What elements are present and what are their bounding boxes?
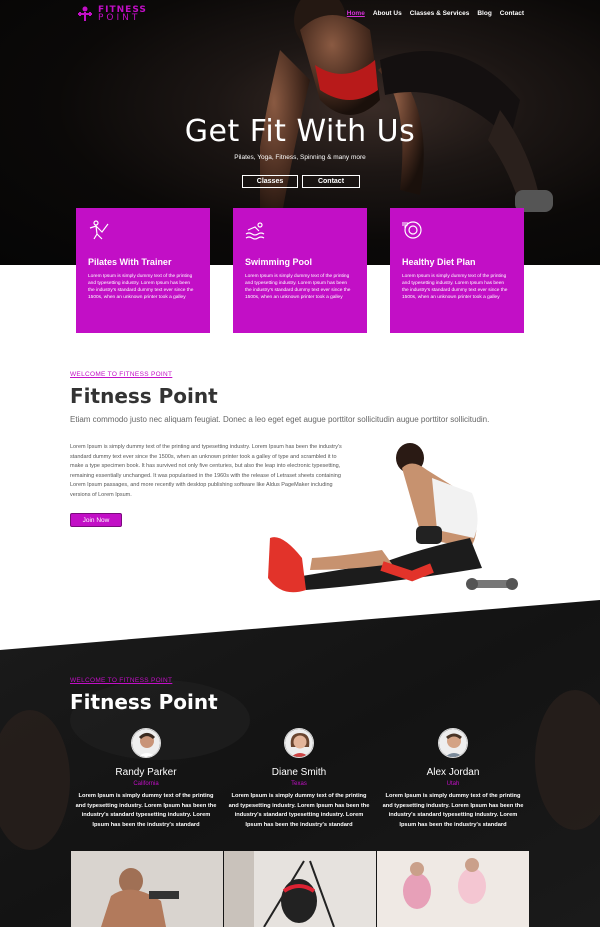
trainer-card[interactable]: Alex Jordan Utah Lorem Ipsum is simply d… — [378, 728, 528, 830]
about-title: Fitness Point — [70, 384, 218, 408]
gallery-photo-dumbbell[interactable] — [71, 851, 223, 927]
hero-title: Get Fit With Us — [184, 114, 416, 149]
nav-blog[interactable]: Blog — [477, 10, 491, 17]
gallery-photo-yoga-class[interactable] — [377, 851, 529, 927]
nav-contact[interactable]: Contact — [500, 10, 524, 17]
fitness-logo-icon — [78, 6, 92, 21]
card-title: Healthy Diet Plan — [402, 257, 476, 267]
nav-classes-services[interactable]: Classes & Services — [410, 10, 470, 17]
trainer-location: Utah — [446, 781, 460, 787]
about-welcome-label: WELCOME TO FITNESS POINT — [70, 371, 173, 378]
trainer-location: California — [133, 781, 159, 787]
card-text: Lorem Ipsum is simply dummy text of the … — [88, 274, 194, 300]
nav-about-us[interactable]: About Us — [373, 10, 402, 17]
team-welcome-label: WELCOME TO FITNESS POINT — [70, 677, 173, 684]
feature-card-diet[interactable]: Healthy Diet Plan Lorem Ipsum is simply … — [390, 208, 524, 333]
trainer-card[interactable]: Diane Smith Texas Lorem Ipsum is simply … — [224, 728, 374, 830]
team-title: Fitness Point — [70, 690, 218, 714]
feature-card-swimming[interactable]: Swimming Pool Lorem Ipsum is simply dumm… — [233, 208, 367, 333]
trainer-bio: Lorem Ipsum is simply dummy text of the … — [228, 793, 370, 828]
about-lead: Etiam commodo justo nec aliquam feugiat.… — [70, 415, 490, 424]
trainer-avatar — [284, 728, 314, 758]
trainer-avatar — [438, 728, 468, 758]
trainer-location: Texas — [291, 781, 307, 787]
swimming-icon — [245, 222, 265, 240]
trainer-bio: Lorem Ipsum is simply dummy text of the … — [382, 793, 524, 828]
diet-icon — [402, 221, 422, 239]
card-text: Lorem Ipsum is simply dummy text of the … — [402, 274, 508, 300]
trainer-name: Alex Jordan — [426, 767, 480, 778]
contact-button[interactable]: Contact — [302, 175, 360, 188]
nav-home[interactable]: Home — [347, 10, 365, 17]
card-title: Swimming Pool — [245, 257, 313, 267]
trainer-bio: Lorem Ipsum is simply dummy text of the … — [75, 793, 217, 828]
brand-logo[interactable]: FITNESS POINT — [76, 6, 147, 23]
pilates-icon — [89, 220, 109, 240]
trainer-card[interactable]: Randy Parker California Lorem Ipsum is s… — [71, 728, 221, 830]
classes-button[interactable]: Classes — [242, 175, 298, 188]
brand-line2: POINT — [98, 13, 141, 23]
trainer-name: Diane Smith — [271, 767, 327, 778]
gallery-photo-bands[interactable] — [224, 851, 376, 927]
stretching-woman-image — [268, 443, 518, 593]
trainer-avatar — [131, 728, 161, 758]
join-now-button[interactable]: Join Now — [70, 513, 122, 527]
trainer-name: Randy Parker — [115, 767, 177, 778]
card-title: Pilates With Trainer — [88, 257, 172, 267]
hero-subtitle: Pilates, Yoga, Fitness, Spinning & many … — [234, 154, 366, 161]
main-nav: Home About Us Classes & Services Blog Co… — [347, 10, 524, 17]
feature-card-pilates[interactable]: Pilates With Trainer Lorem Ipsum is simp… — [76, 208, 210, 333]
card-text: Lorem Ipsum is simply dummy text of the … — [245, 274, 351, 300]
